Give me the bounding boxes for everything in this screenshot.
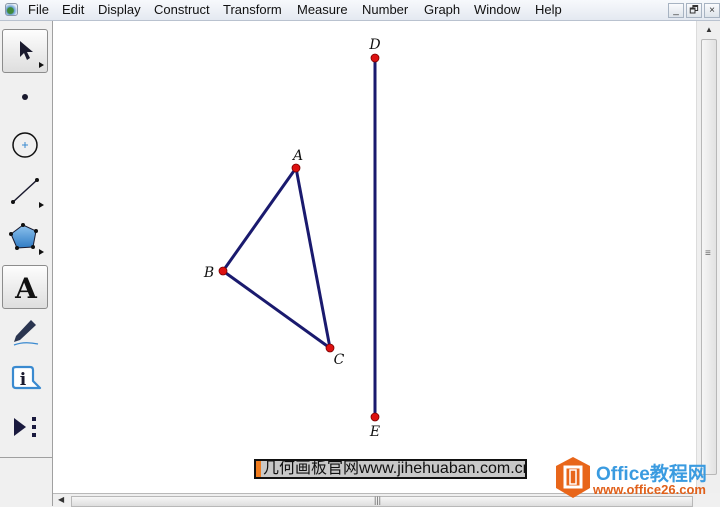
menu-help[interactable]: Help <box>535 2 562 17</box>
point-tool[interactable] <box>2 75 48 119</box>
point-label-B[interactable]: B <box>203 265 214 281</box>
minimize-button[interactable]: _ <box>668 3 684 18</box>
sketch-canvas[interactable]: A B C D E <box>53 21 696 493</box>
arrow-icon <box>20 41 44 68</box>
horizontal-grip-icon: ||| <box>374 495 382 505</box>
scroll-left-icon[interactable]: ◀ <box>58 495 64 504</box>
compass-tool[interactable] <box>2 123 48 167</box>
custom-tool[interactable] <box>2 405 48 449</box>
polygon-icon <box>9 223 44 255</box>
polygon-tool[interactable] <box>2 217 48 261</box>
caption-accent <box>256 461 261 477</box>
menu-edit[interactable]: Edit <box>62 2 84 17</box>
sketch-svg: A B C D E <box>203 37 381 440</box>
menu-number[interactable]: Number <box>362 2 408 17</box>
point-A[interactable] <box>291 163 301 173</box>
menu-display[interactable]: Display <box>98 2 141 17</box>
point-C[interactable] <box>325 343 335 353</box>
point-label-A[interactable]: A <box>291 148 303 164</box>
point-icon <box>22 94 28 100</box>
straightedge-tool[interactable] <box>2 169 48 213</box>
text-icon: A <box>14 272 38 305</box>
segment-AB[interactable] <box>221 167 298 272</box>
menu-transform[interactable]: Transform <box>223 2 282 17</box>
menu-bar: File Edit Display Construct Transform Me… <box>0 0 720 21</box>
scroll-up-icon[interactable]: ▲ <box>705 25 713 34</box>
app-icon[interactable] <box>5 3 18 16</box>
menu-measure[interactable]: Measure <box>297 2 348 17</box>
watermark-url: www.office26.com <box>593 482 706 497</box>
text-tool[interactable]: A <box>2 265 48 309</box>
segment-BC[interactable] <box>222 269 331 350</box>
toolbox: A i <box>0 21 53 506</box>
information-icon: i <box>11 365 42 390</box>
compass-icon <box>12 132 38 158</box>
website-caption: 几何画板官网www.jihehuaban.com.cn <box>254 459 527 479</box>
custom-tools-icon <box>14 417 36 437</box>
point-label-E[interactable]: E <box>369 424 380 440</box>
svg-text:A: A <box>14 272 38 305</box>
office26-watermark: Office教程网 www.office26.com <box>553 455 720 501</box>
close-button[interactable]: × <box>704 3 720 18</box>
point-label-D[interactable]: D <box>368 37 380 53</box>
vertical-scroll-thumb[interactable]: ≡ <box>701 39 717 475</box>
svg-text:i: i <box>20 370 27 390</box>
menu-window[interactable]: Window <box>474 2 520 17</box>
marker-pen-icon <box>13 320 39 346</box>
menu-file[interactable]: File <box>28 2 49 17</box>
office-logo-icon <box>556 457 590 498</box>
menu-graph[interactable]: Graph <box>424 2 460 17</box>
vertical-scrollbar[interactable]: ▲ ≡ <box>696 21 720 493</box>
point-D[interactable] <box>370 53 380 63</box>
information-tool[interactable]: i <box>2 359 48 403</box>
caption-text: 几何画板官网www.jihehuaban.com.cn <box>263 460 527 477</box>
point-label-C[interactable]: C <box>334 352 345 368</box>
marker-tool[interactable] <box>2 311 48 355</box>
arrow-tool[interactable] <box>2 29 48 73</box>
segment-icon <box>11 178 44 208</box>
menu-construct[interactable]: Construct <box>154 2 210 17</box>
point-E[interactable] <box>370 412 380 422</box>
segment-AC[interactable] <box>294 167 332 349</box>
vertical-grip-icon: ≡ <box>705 248 711 259</box>
restore-button[interactable]: 🗗 <box>686 3 702 18</box>
toolbox-divider <box>0 457 52 458</box>
point-B[interactable] <box>218 266 228 276</box>
